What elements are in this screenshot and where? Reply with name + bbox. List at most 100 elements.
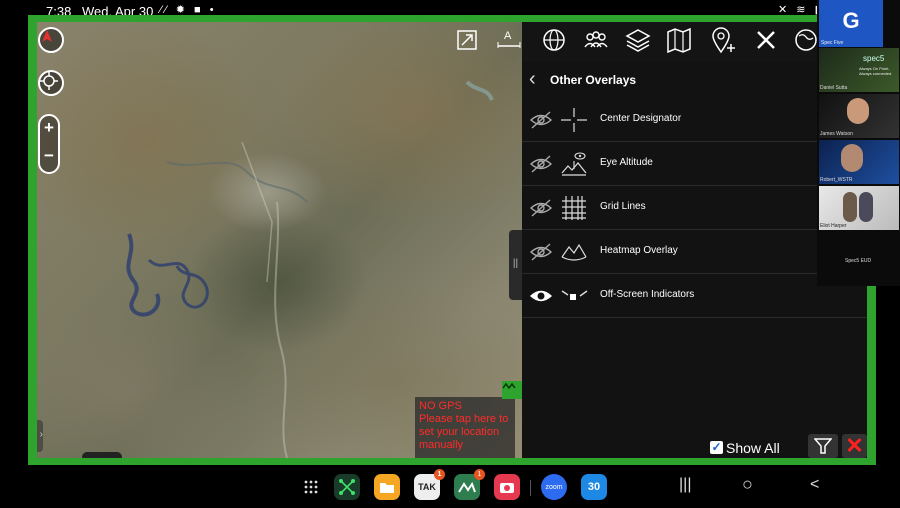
host-avatar-tile[interactable]: G Spec Five — [819, 0, 883, 47]
overlay-row-grid-lines[interactable]: Grid Lines — [522, 186, 867, 230]
participant-name: Robert_WSTR — [820, 177, 853, 183]
zoom-out-button[interactable]: − — [40, 146, 58, 166]
eye-visible-icon[interactable] — [529, 285, 553, 307]
participant-tile[interactable]: spec5 Always On Point. Always connected.… — [819, 48, 899, 92]
top-toolbar: A — [450, 22, 867, 62]
globe-button[interactable] — [539, 25, 569, 55]
back-button[interactable]: < — [810, 476, 819, 494]
participant-name: Daniel Sutta — [820, 85, 848, 91]
map-expand-tab[interactable] — [502, 381, 522, 399]
layers-button[interactable] — [623, 25, 653, 55]
files-app-icon[interactable] — [374, 474, 400, 500]
tools-button[interactable] — [751, 25, 781, 55]
participant-tile[interactable]: Robert_WSTR — [819, 140, 899, 184]
settings-globe-icon — [795, 29, 817, 51]
eye-hidden-icon[interactable] — [529, 109, 553, 131]
zoom-app-icon[interactable]: zoom — [541, 474, 567, 500]
overlay-row-center-designator[interactable]: Center Designator — [522, 98, 867, 142]
altitude-scale-icon: A — [497, 30, 521, 48]
avatar — [843, 192, 857, 222]
atak-chevron-icon — [458, 481, 476, 493]
panel-resize-handle[interactable]: || — [509, 230, 522, 300]
left-drawer-handle[interactable]: › — [37, 420, 43, 452]
atak-app-icon[interactable]: 1 — [454, 469, 485, 500]
no-gps-banner[interactable]: NO GPS Please tap here to set your locat… — [415, 397, 515, 458]
eye-hidden-icon[interactable] — [529, 197, 553, 219]
system-taskbar: TAK 1 1 zoom 30 ||| ○ < — [0, 466, 900, 508]
overlay-label: Grid Lines — [600, 201, 646, 212]
recents-button[interactable]: ||| — [679, 476, 691, 494]
overlay-label: Eye Altitude — [600, 157, 653, 168]
panel-footer: ✓ Show All ✕ — [522, 434, 867, 458]
calendar-day: 30 — [587, 481, 601, 493]
participant-tile[interactable]: James Watson — [819, 94, 899, 138]
zoom-in-button[interactable]: + — [40, 118, 58, 138]
filter-button[interactable] — [808, 434, 838, 458]
app-drawer-button[interactable] — [298, 474, 324, 500]
host-initial: G — [842, 8, 860, 33]
no-gps-text: NO GPS Please tap here to set your locat… — [419, 400, 509, 451]
participant-name: James Watson — [820, 131, 853, 137]
map-terrain — [126, 80, 494, 458]
show-all-label[interactable]: Show All — [726, 440, 780, 456]
tak-app-icon[interactable]: TAK 1 — [414, 469, 445, 500]
svg-text:A: A — [504, 30, 512, 42]
overlay-row-offscreen-indicators[interactable]: Off-Screen Indicators — [522, 274, 867, 318]
taskbar-divider — [530, 480, 531, 496]
offscreen-indicator-icon — [561, 290, 588, 300]
tak-app-label: TAK — [418, 482, 436, 492]
avatar — [841, 144, 863, 172]
zoom-app-label: zoom — [545, 483, 563, 491]
overlay-label: Off-Screen Indicators — [600, 289, 695, 300]
team-button[interactable] — [581, 25, 611, 55]
eye-altitude-icon — [561, 152, 587, 176]
eye-hidden-icon[interactable] — [529, 153, 553, 175]
tools-icon — [757, 31, 775, 49]
home-button[interactable]: ○ — [742, 474, 753, 495]
altitude-scale-button[interactable]: A — [494, 25, 524, 55]
add-pin-icon — [712, 27, 735, 54]
map-button[interactable] — [664, 25, 694, 55]
spec5-app-icon[interactable] — [334, 474, 360, 500]
add-pin-button[interactable] — [708, 25, 738, 55]
team-icon — [584, 31, 608, 48]
close-panel-button[interactable]: ✕ — [842, 434, 867, 458]
panel-title: Other Overlays — [550, 73, 637, 87]
back-chevron-icon[interactable]: ‹ — [529, 68, 536, 91]
satellite-map[interactable]: + − › NO GPS Please tap here to set your… — [37, 22, 522, 458]
spec5-logo-text: spec5 — [863, 54, 885, 63]
eye-hidden-icon[interactable] — [529, 241, 553, 263]
grid-icon — [562, 196, 586, 220]
locate-button[interactable] — [38, 70, 64, 96]
participant-tile[interactable]: Eliot Harper — [819, 186, 899, 230]
overlay-label: Heatmap Overlay — [600, 245, 678, 256]
camera-icon — [500, 483, 514, 493]
north-compass-button[interactable] — [38, 27, 64, 53]
other-overlays-panel: || ‹ Other Overlays Center Designator Ey… — [509, 62, 867, 458]
filter-icon — [814, 438, 832, 454]
map-icon — [667, 27, 691, 53]
expand-button[interactable] — [452, 25, 482, 55]
overlay-label: Center Designator — [600, 113, 682, 124]
overlay-row-heatmap[interactable]: Heatmap Overlay — [522, 230, 867, 274]
panel-header: ‹ Other Overlays — [522, 62, 867, 98]
strip-footer-label: Spec5 EUD — [845, 258, 872, 264]
avatar — [847, 98, 869, 124]
camera-app-icon[interactable] — [494, 474, 520, 500]
show-all-checkbox[interactable]: ✓ — [710, 441, 723, 454]
avatar — [859, 192, 873, 222]
expand-icon — [457, 30, 477, 50]
folder-icon — [380, 483, 394, 493]
notification-badge: 1 — [474, 469, 485, 480]
calendar-app-icon[interactable]: 30 — [581, 474, 607, 500]
app-grid-icon — [304, 480, 318, 494]
app-viewport: + − › NO GPS Please tap here to set your… — [37, 22, 867, 458]
locate-icon — [40, 72, 58, 90]
map-scale-chip — [82, 452, 122, 458]
globe-icon — [543, 29, 565, 51]
overlay-row-eye-altitude[interactable]: Eye Altitude — [522, 142, 867, 186]
chevron-up-icon — [502, 382, 516, 389]
close-icon: ✕ — [845, 433, 864, 458]
spec5-tagline: Always On Point. Always connected. — [859, 66, 893, 76]
network-icon — [339, 479, 355, 495]
